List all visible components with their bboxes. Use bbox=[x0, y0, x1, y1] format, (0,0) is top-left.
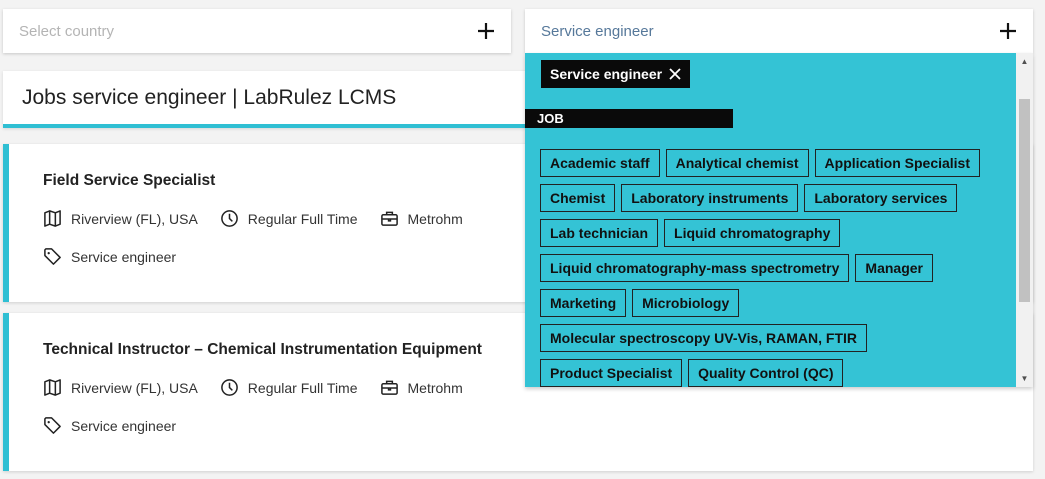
map-icon bbox=[44, 379, 61, 396]
job-tag[interactable]: Service engineer bbox=[43, 416, 176, 435]
job-location-text: Riverview (FL), USA bbox=[71, 210, 198, 227]
dropdown-option[interactable]: Application Specialist bbox=[814, 149, 981, 177]
job-company: Metrohm bbox=[380, 378, 463, 397]
job-tag-text: Service engineer bbox=[71, 417, 177, 434]
dropdown-option[interactable]: Product Specialist bbox=[540, 359, 683, 387]
scroll-up-arrow[interactable]: ▲ bbox=[1016, 53, 1033, 70]
map-icon bbox=[44, 210, 61, 227]
briefcase-icon bbox=[380, 380, 398, 395]
dropdown-option[interactable]: Laboratory services bbox=[804, 184, 958, 212]
page-title-bar: Jobs service engineer | LabRulez LCMS bbox=[3, 71, 543, 128]
dropdown-option[interactable]: Analytical chemist bbox=[665, 149, 809, 177]
job-company: Metrohm bbox=[380, 209, 463, 228]
job-location: Riverview (FL), USA bbox=[43, 378, 198, 397]
dropdown-option[interactable]: Liquid chromatography bbox=[664, 219, 841, 247]
job-type: Regular Full Time bbox=[220, 378, 358, 397]
option-group-label: JOB bbox=[525, 109, 733, 128]
tag-select[interactable]: Service engineer bbox=[525, 9, 1033, 53]
job-location-text: Riverview (FL), USA bbox=[71, 379, 198, 396]
tag-icon bbox=[44, 417, 61, 434]
plus-icon[interactable] bbox=[475, 20, 497, 42]
clock-icon bbox=[220, 210, 238, 227]
job-tag[interactable]: Service engineer bbox=[43, 247, 176, 266]
option-list: Academic staff Analytical chemist Applicat… bbox=[540, 149, 1010, 387]
tag-dropdown: Service engineer JOB Academic staff Analy… bbox=[525, 53, 1033, 387]
dropdown-option[interactable]: Lab technician bbox=[540, 219, 659, 247]
dropdown-option[interactable]: Liquid chromatography-mass spectrometry bbox=[540, 254, 850, 282]
tag-icon bbox=[44, 248, 61, 265]
dropdown-option[interactable]: Quality Control (QC) bbox=[688, 359, 844, 387]
tag-select-value: Service engineer bbox=[541, 22, 654, 40]
dropdown-option[interactable]: Academic staff bbox=[540, 149, 660, 177]
job-company-text: Metrohm bbox=[407, 379, 463, 396]
country-select-placeholder: Select country bbox=[19, 22, 115, 40]
dropdown-option[interactable]: Molecular spectroscopy UV-Vis, RAMAN, FT… bbox=[540, 324, 868, 352]
plus-icon[interactable] bbox=[997, 20, 1019, 42]
scrollbar[interactable]: ▲ ▼ bbox=[1016, 53, 1033, 387]
page-title: Jobs service engineer | LabRulez LCMS bbox=[22, 85, 397, 109]
selected-tag-label: Service engineer bbox=[550, 66, 663, 82]
clock-icon bbox=[220, 379, 238, 396]
briefcase-icon bbox=[380, 211, 398, 226]
country-select[interactable]: Select country bbox=[3, 9, 511, 53]
dropdown-option[interactable]: Marketing bbox=[540, 289, 627, 317]
close-icon[interactable] bbox=[668, 67, 682, 81]
scrollbar-thumb[interactable] bbox=[1019, 99, 1030, 302]
job-company-text: Metrohm bbox=[407, 210, 463, 227]
dropdown-option[interactable]: Manager bbox=[855, 254, 933, 282]
scroll-down-arrow[interactable]: ▼ bbox=[1016, 370, 1033, 387]
dropdown-option[interactable]: Laboratory instruments bbox=[621, 184, 799, 212]
dropdown-option[interactable]: Microbiology bbox=[632, 289, 740, 317]
selected-tag-chip[interactable]: Service engineer bbox=[541, 60, 691, 88]
job-type: Regular Full Time bbox=[220, 209, 358, 228]
job-location: Riverview (FL), USA bbox=[43, 209, 198, 228]
job-type-text: Regular Full Time bbox=[247, 210, 358, 227]
job-tag-text: Service engineer bbox=[71, 248, 177, 265]
job-type-text: Regular Full Time bbox=[247, 379, 358, 396]
dropdown-option[interactable]: Chemist bbox=[540, 184, 616, 212]
